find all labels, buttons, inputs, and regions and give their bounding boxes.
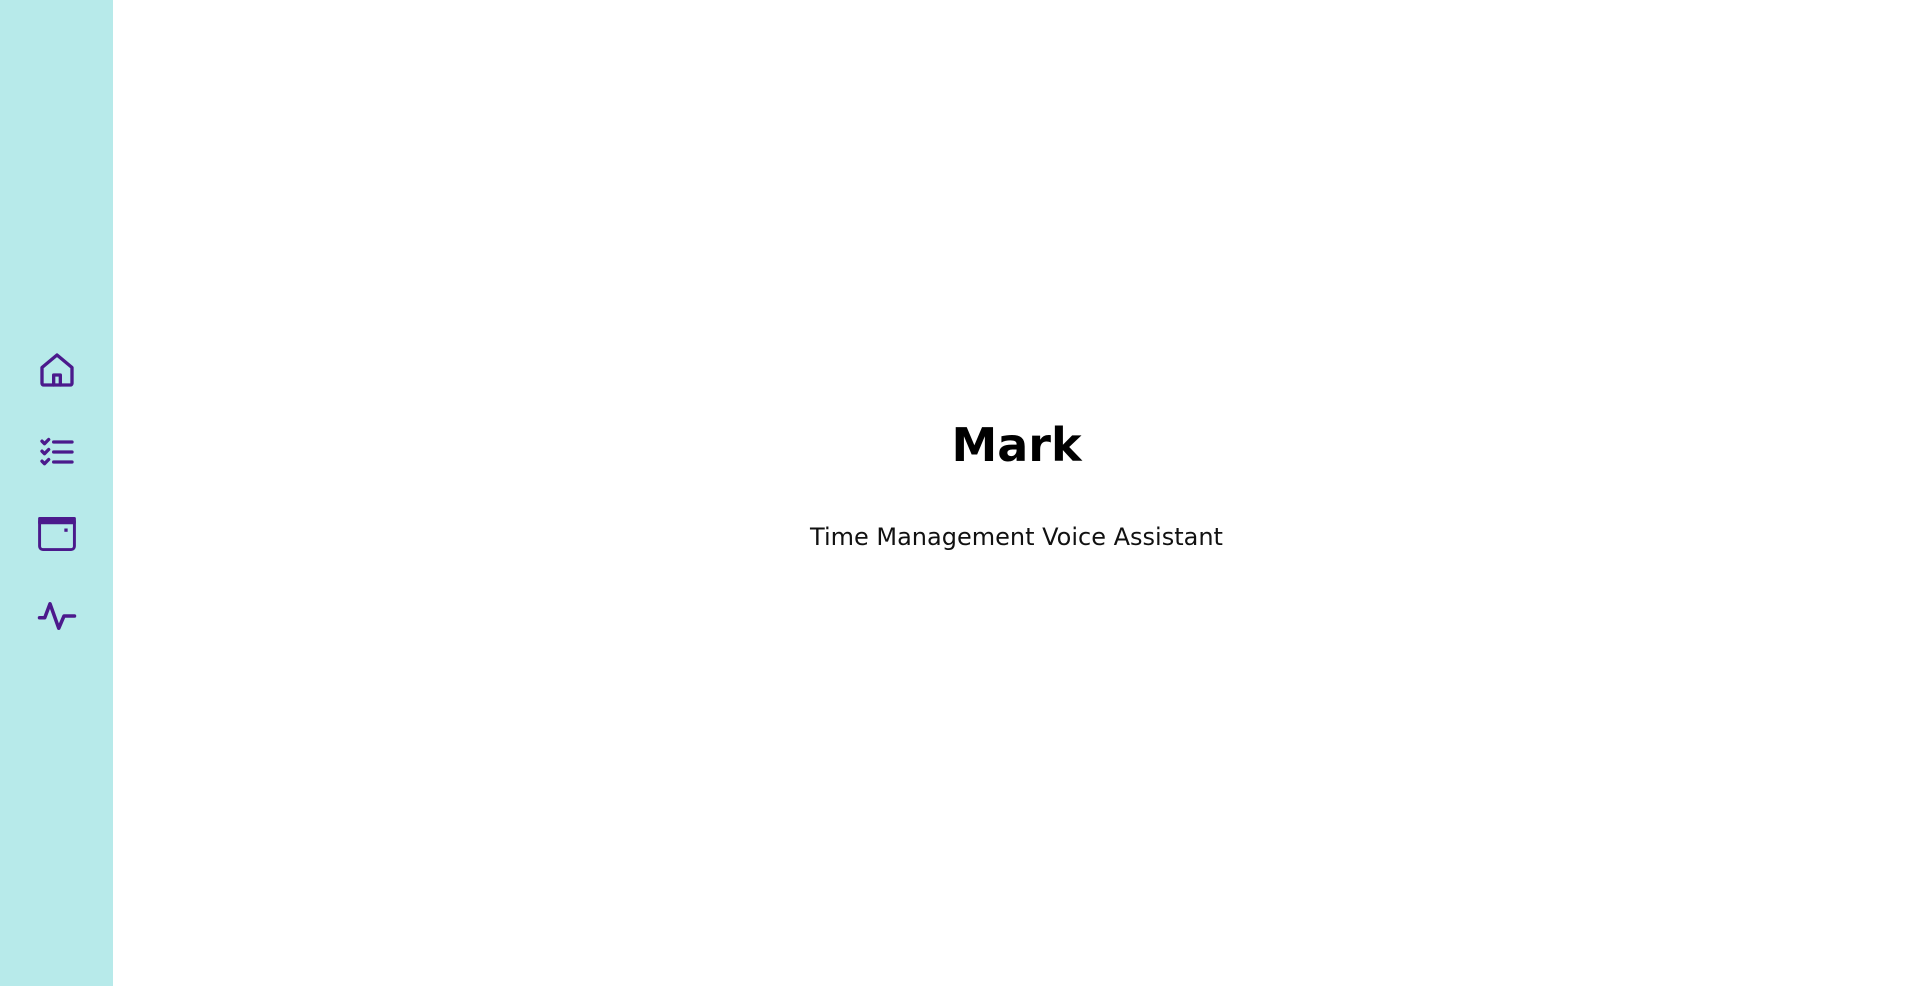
sidebar-item-tasks[interactable] (25, 420, 89, 484)
page-title: Mark (951, 418, 1082, 472)
app-window: Mark Time Management Voice Assistant (0, 0, 1920, 986)
home-icon (39, 353, 74, 387)
checklist-icon (39, 437, 74, 466)
main-content: Mark Time Management Voice Assistant (113, 0, 1920, 986)
calendar-icon (37, 516, 76, 552)
sidebar-item-calendar[interactable] (25, 502, 89, 566)
page-subtitle: Time Management Voice Assistant (810, 522, 1223, 551)
activity-icon (37, 602, 76, 630)
sidebar (0, 0, 113, 986)
sidebar-item-home[interactable] (25, 338, 89, 402)
sidebar-item-activity[interactable] (25, 584, 89, 648)
welcome-panel: Mark Time Management Voice Assistant (113, 420, 1920, 551)
